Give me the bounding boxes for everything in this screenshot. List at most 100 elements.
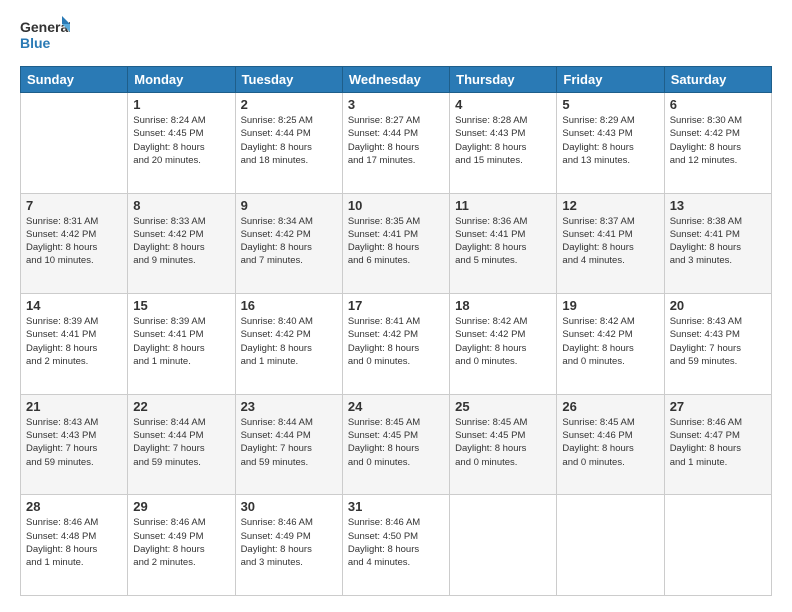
day-info: Sunrise: 8:45 AM Sunset: 4:46 PM Dayligh…: [562, 416, 658, 469]
day-info: Sunrise: 8:39 AM Sunset: 4:41 PM Dayligh…: [26, 315, 122, 368]
day-cell: 23 Sunrise: 8:44 AM Sunset: 4:44 PM Dayli…: [235, 394, 342, 495]
day-number: 28: [26, 499, 122, 514]
day-cell: 7 Sunrise: 8:31 AM Sunset: 4:42 PM Daylig…: [21, 193, 128, 294]
day-number: 13: [670, 198, 766, 213]
day-info: Sunrise: 8:42 AM Sunset: 4:42 PM Dayligh…: [562, 315, 658, 368]
day-cell: 20Sunrise: 8:43 AM Sunset: 4:43 PM Dayli…: [664, 294, 771, 395]
day-cell: 21 Sunrise: 8:43 AM Sunset: 4:43 PM Dayli…: [21, 394, 128, 495]
day-info: Sunrise: 8:44 AM Sunset: 4:44 PM Dayligh…: [133, 416, 229, 469]
day-info: Sunrise: 8:46 AM Sunset: 4:49 PM Dayligh…: [133, 516, 229, 569]
day-cell: 30 Sunrise: 8:46 AM Sunset: 4:49 PM Dayli…: [235, 495, 342, 596]
header-cell-sunday: Sunday: [21, 67, 128, 93]
logo: GeneralBlue: [20, 16, 70, 56]
week-row: 21 Sunrise: 8:43 AM Sunset: 4:43 PM Dayli…: [21, 394, 772, 495]
day-number: 14: [26, 298, 122, 313]
day-number: 9: [241, 198, 337, 213]
day-info: Sunrise: 8:25 AM Sunset: 4:44 PM Dayligh…: [241, 114, 337, 167]
header-row: SundayMondayTuesdayWednesdayThursdayFrid…: [21, 67, 772, 93]
day-info: Sunrise: 8:45 AM Sunset: 4:45 PM Dayligh…: [455, 416, 551, 469]
day-number: 5: [562, 97, 658, 112]
svg-text:Blue: Blue: [20, 35, 51, 51]
day-number: 21: [26, 399, 122, 414]
day-info: Sunrise: 8:43 AM Sunset: 4:43 PM Dayligh…: [670, 315, 766, 368]
day-info: Sunrise: 8:45 AM Sunset: 4:45 PM Dayligh…: [348, 416, 444, 469]
day-number: 30: [241, 499, 337, 514]
day-number: 10: [348, 198, 444, 213]
header-cell-saturday: Saturday: [664, 67, 771, 93]
day-number: 17: [348, 298, 444, 313]
day-cell: [664, 495, 771, 596]
day-info: Sunrise: 8:34 AM Sunset: 4:42 PM Dayligh…: [241, 215, 337, 268]
day-info: Sunrise: 8:39 AM Sunset: 4:41 PM Dayligh…: [133, 315, 229, 368]
day-number: 26: [562, 399, 658, 414]
week-row: 14 Sunrise: 8:39 AM Sunset: 4:41 PM Dayli…: [21, 294, 772, 395]
day-cell: 24Sunrise: 8:45 AM Sunset: 4:45 PM Dayli…: [342, 394, 449, 495]
day-cell: 3Sunrise: 8:27 AM Sunset: 4:44 PM Daylig…: [342, 93, 449, 194]
day-cell: 18 Sunrise: 8:42 AM Sunset: 4:42 PM Dayli…: [450, 294, 557, 395]
header-cell-tuesday: Tuesday: [235, 67, 342, 93]
day-number: 2: [241, 97, 337, 112]
header-cell-monday: Monday: [128, 67, 235, 93]
logo-svg: GeneralBlue: [20, 16, 70, 56]
day-number: 22: [133, 399, 229, 414]
day-info: Sunrise: 8:46 AM Sunset: 4:48 PM Dayligh…: [26, 516, 122, 569]
day-number: 11: [455, 198, 551, 213]
day-number: 27: [670, 399, 766, 414]
day-info: Sunrise: 8:46 AM Sunset: 4:47 PM Dayligh…: [670, 416, 766, 469]
day-cell: 12Sunrise: 8:37 AM Sunset: 4:41 PM Dayli…: [557, 193, 664, 294]
day-cell: 15 Sunrise: 8:39 AM Sunset: 4:41 PM Dayli…: [128, 294, 235, 395]
day-number: 31: [348, 499, 444, 514]
day-info: Sunrise: 8:35 AM Sunset: 4:41 PM Dayligh…: [348, 215, 444, 268]
day-number: 23: [241, 399, 337, 414]
day-info: Sunrise: 8:43 AM Sunset: 4:43 PM Dayligh…: [26, 416, 122, 469]
day-cell: 25 Sunrise: 8:45 AM Sunset: 4:45 PM Dayli…: [450, 394, 557, 495]
calendar-page: GeneralBlue SundayMondayTuesdayWednesday…: [0, 0, 792, 612]
day-info: Sunrise: 8:40 AM Sunset: 4:42 PM Dayligh…: [241, 315, 337, 368]
day-number: 12: [562, 198, 658, 213]
day-info: Sunrise: 8:42 AM Sunset: 4:42 PM Dayligh…: [455, 315, 551, 368]
calendar-table: SundayMondayTuesdayWednesdayThursdayFrid…: [20, 66, 772, 596]
day-info: Sunrise: 8:33 AM Sunset: 4:42 PM Dayligh…: [133, 215, 229, 268]
day-info: Sunrise: 8:38 AM Sunset: 4:41 PM Dayligh…: [670, 215, 766, 268]
day-info: Sunrise: 8:44 AM Sunset: 4:44 PM Dayligh…: [241, 416, 337, 469]
day-info: Sunrise: 8:28 AM Sunset: 4:43 PM Dayligh…: [455, 114, 551, 167]
day-info: Sunrise: 8:41 AM Sunset: 4:42 PM Dayligh…: [348, 315, 444, 368]
day-cell: 26 Sunrise: 8:45 AM Sunset: 4:46 PM Dayli…: [557, 394, 664, 495]
day-cell: 14 Sunrise: 8:39 AM Sunset: 4:41 PM Dayli…: [21, 294, 128, 395]
week-row: 7 Sunrise: 8:31 AM Sunset: 4:42 PM Daylig…: [21, 193, 772, 294]
header-cell-wednesday: Wednesday: [342, 67, 449, 93]
day-cell: 1Sunrise: 8:24 AM Sunset: 4:45 PM Daylig…: [128, 93, 235, 194]
day-number: 7: [26, 198, 122, 213]
day-number: 18: [455, 298, 551, 313]
day-cell: 13 Sunrise: 8:38 AM Sunset: 4:41 PM Dayli…: [664, 193, 771, 294]
day-number: 15: [133, 298, 229, 313]
day-number: 25: [455, 399, 551, 414]
day-number: 4: [455, 97, 551, 112]
week-row: 1Sunrise: 8:24 AM Sunset: 4:45 PM Daylig…: [21, 93, 772, 194]
day-info: Sunrise: 8:31 AM Sunset: 4:42 PM Dayligh…: [26, 215, 122, 268]
day-cell: 10 Sunrise: 8:35 AM Sunset: 4:41 PM Dayli…: [342, 193, 449, 294]
week-row: 28 Sunrise: 8:46 AM Sunset: 4:48 PM Dayli…: [21, 495, 772, 596]
day-cell: 5 Sunrise: 8:29 AM Sunset: 4:43 PM Daylig…: [557, 93, 664, 194]
day-cell: 31Sunrise: 8:46 AM Sunset: 4:50 PM Dayli…: [342, 495, 449, 596]
day-cell: 11 Sunrise: 8:36 AM Sunset: 4:41 PM Dayli…: [450, 193, 557, 294]
day-cell: 19 Sunrise: 8:42 AM Sunset: 4:42 PM Dayli…: [557, 294, 664, 395]
day-number: 1: [133, 97, 229, 112]
day-cell: 22 Sunrise: 8:44 AM Sunset: 4:44 PM Dayli…: [128, 394, 235, 495]
day-cell: [21, 93, 128, 194]
header-cell-friday: Friday: [557, 67, 664, 93]
day-cell: 6Sunrise: 8:30 AM Sunset: 4:42 PM Daylig…: [664, 93, 771, 194]
day-number: 6: [670, 97, 766, 112]
day-number: 16: [241, 298, 337, 313]
day-cell: 2 Sunrise: 8:25 AM Sunset: 4:44 PM Daylig…: [235, 93, 342, 194]
day-info: Sunrise: 8:36 AM Sunset: 4:41 PM Dayligh…: [455, 215, 551, 268]
day-cell: 28 Sunrise: 8:46 AM Sunset: 4:48 PM Dayli…: [21, 495, 128, 596]
day-number: 29: [133, 499, 229, 514]
header-cell-thursday: Thursday: [450, 67, 557, 93]
day-cell: [557, 495, 664, 596]
day-info: Sunrise: 8:29 AM Sunset: 4:43 PM Dayligh…: [562, 114, 658, 167]
day-number: 19: [562, 298, 658, 313]
day-cell: 17 Sunrise: 8:41 AM Sunset: 4:42 PM Dayli…: [342, 294, 449, 395]
day-info: Sunrise: 8:46 AM Sunset: 4:49 PM Dayligh…: [241, 516, 337, 569]
header: GeneralBlue: [20, 16, 772, 56]
